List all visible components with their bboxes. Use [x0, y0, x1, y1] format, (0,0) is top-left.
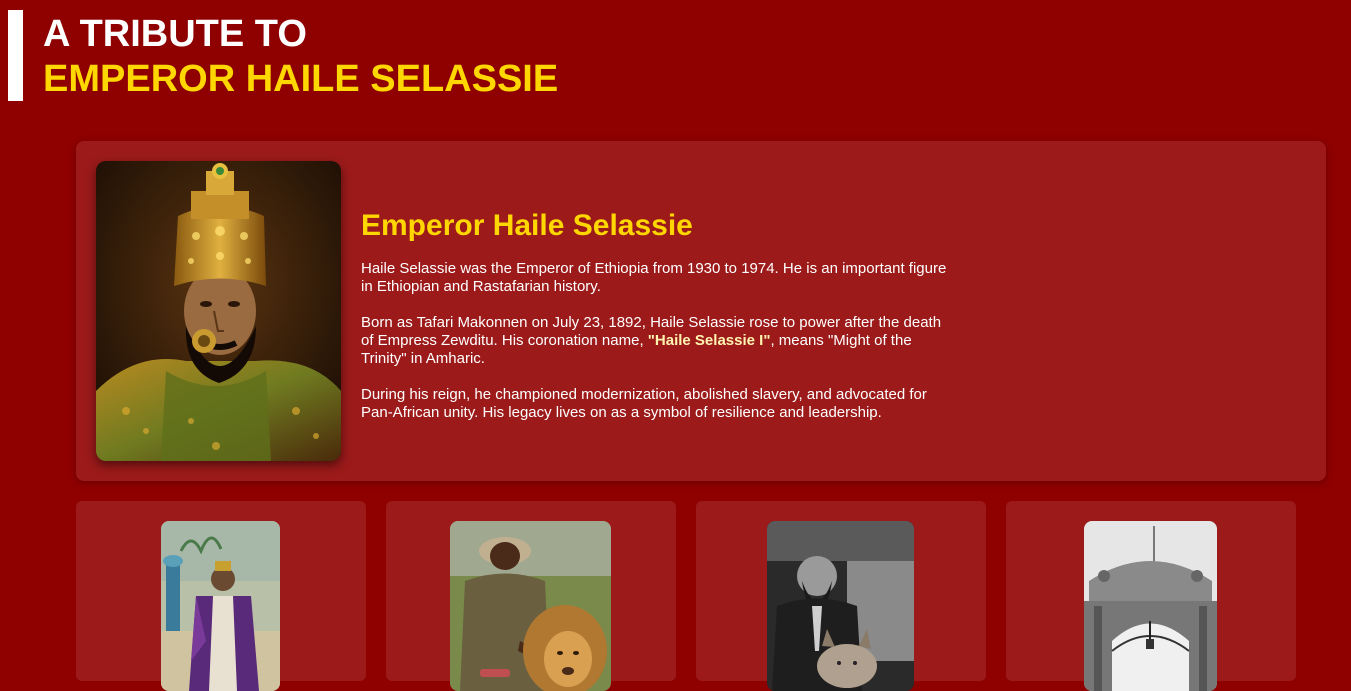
hero-text-block: Emperor Haile Selassie Haile Selassie wa…	[361, 209, 956, 440]
page-title-line1: A TRIBUTE TO	[43, 13, 307, 55]
gallery-image-purple-robes	[161, 521, 280, 691]
coronation-name: "Haile Selassie I"	[647, 332, 771, 349]
gallery-card-2	[386, 501, 676, 691]
gallery-image-emperor-with-dog	[767, 521, 914, 691]
page-title-line2: EMPEROR HAILE SELASSIE	[43, 58, 559, 100]
gallery-card-1	[76, 501, 366, 691]
gallery-card-4	[1006, 501, 1296, 691]
hero-paragraph-2: Born as Tafari Makonnen on July 23, 1892…	[361, 314, 956, 368]
header-accent-bar	[8, 10, 23, 101]
hero-card: Emperor Haile Selassie Haile Selassie wa…	[76, 141, 1326, 481]
gallery-image-palace-gate	[1084, 521, 1217, 691]
gallery-card-3	[696, 501, 986, 691]
hero-paragraph-3: During his reign, he championed moderniz…	[361, 386, 927, 421]
gallery-image-lion	[450, 521, 611, 691]
hero-heading: Emperor Haile Selassie	[361, 209, 693, 242]
hero-portrait-image	[96, 161, 341, 461]
hero-paragraph-1: Haile Selassie was the Emperor of Ethiop…	[361, 260, 947, 295]
